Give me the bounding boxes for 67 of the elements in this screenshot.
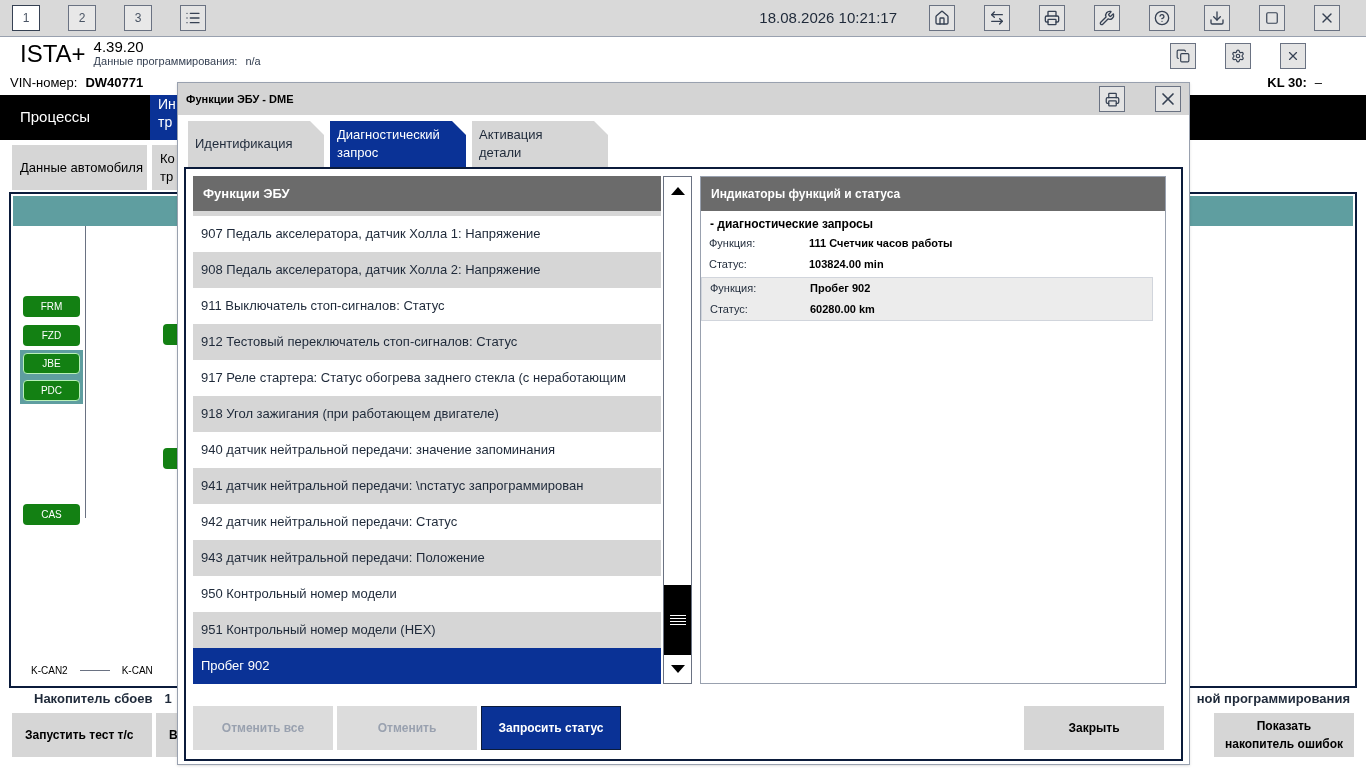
result-block[interactable]: Функция: 111 Счетчик часов работы Статус: 103824.00 min (701, 233, 1153, 275)
close-icon[interactable] (1155, 86, 1181, 112)
programming-note: ной программирования (1196, 690, 1350, 709)
bus-label: K-CAN (121, 664, 153, 678)
wrench-icon[interactable] (1094, 5, 1120, 31)
dialog-tab[interactable]: Идентификация (188, 121, 324, 167)
ecu-node[interactable]: FZD (23, 325, 80, 346)
app-version: 4.39.20 (93, 40, 145, 54)
field-label: Функция: (710, 281, 758, 297)
scrollbar[interactable] (663, 176, 692, 684)
function-row[interactable]: 943 датчик нейтральной передачи: Положение (193, 540, 661, 576)
programming-value: n/a (245, 54, 261, 68)
function-row[interactable]: Пробег 902 (193, 648, 661, 684)
action-button[interactable]: Запустить тест т/с (12, 713, 152, 757)
list-icon[interactable] (180, 5, 206, 31)
sub-tab[interactable]: Данные автомобиля (12, 145, 147, 190)
workspace-tab[interactable]: 1 (12, 5, 40, 31)
swap-icon[interactable] (984, 5, 1010, 31)
help-icon[interactable] (1149, 5, 1175, 31)
dialog-button[interactable]: Запросить статус (481, 706, 621, 750)
close-icon[interactable] (1280, 43, 1306, 69)
dialog-tab[interactable]: Активация детали (472, 121, 608, 167)
download-icon[interactable] (1204, 5, 1230, 31)
function-row[interactable]: 918 Угол зажигания (при работающем двигателе) (193, 396, 661, 432)
settings-icon[interactable] (1225, 43, 1251, 69)
function-row[interactable]: 908 Педаль акселератора, датчик Холла 2: Напряжение (193, 252, 661, 288)
datetime: 18.08.2026 10:21:17 (759, 7, 897, 28)
field-value: 103824.00 min (809, 257, 884, 273)
field-value: 111 Счетчик часов работы (809, 236, 953, 252)
function-row[interactable]: 951 Контрольный номер модели (HEX) (193, 612, 661, 648)
status-group-label: - диагностические запросы (709, 216, 875, 233)
window-icon[interactable] (1259, 5, 1285, 31)
ecu-node[interactable]: CAS (23, 504, 80, 525)
scroll-thumb[interactable] (664, 585, 691, 655)
field-label: Функция: (709, 236, 757, 252)
field-label: Статус: (709, 257, 748, 273)
field-value: 60280.00 km (810, 302, 875, 318)
printer-icon[interactable] (1039, 5, 1065, 31)
fault-memory-label: Накопитель сбоев (34, 690, 153, 709)
kl30-value: – (1314, 74, 1322, 93)
dialog-tab[interactable]: Диагностический запрос (330, 121, 466, 167)
app-title: ISTA+ (20, 39, 86, 69)
bus-label: K-CAN2 (31, 664, 68, 678)
field-value: Пробег 902 (810, 281, 871, 297)
ecu-node[interactable]: FRM (23, 296, 80, 317)
home-icon[interactable] (929, 5, 955, 31)
vin-value: DW40771 (85, 74, 144, 93)
vin-label: VIN-номер: (10, 74, 78, 93)
copy-icon[interactable] (1170, 43, 1196, 69)
fault-memory-count: 1 (164, 690, 172, 709)
function-row[interactable]: 941 датчик нейтральной передачи: \nстатус запрограммирован (193, 468, 661, 504)
ecu-node[interactable]: PDC (23, 380, 80, 401)
ecu-node[interactable]: JBE (23, 353, 80, 374)
list-header: Функции ЭБУ (193, 176, 661, 211)
close-icon[interactable] (1314, 5, 1340, 31)
field-label: Статус: (710, 302, 749, 318)
close-button[interactable]: Закрыть (1024, 706, 1164, 750)
programming-label: Данные программирования: (93, 54, 238, 68)
show-faults-button[interactable]: Показать накопитель ошибок (1214, 713, 1354, 757)
function-row[interactable]: 912 Тестовый переключатель стоп-сигналов: Статус (193, 324, 661, 360)
workspace-tab[interactable]: 3 (124, 5, 152, 31)
status-header: Индикаторы функций и статуса (701, 177, 1165, 211)
workspace-tab[interactable]: 2 (68, 5, 96, 31)
nav-tab[interactable]: Процессы (0, 95, 148, 140)
kl30-label: KL 30: (1267, 74, 1307, 93)
printer-icon[interactable] (1099, 86, 1125, 112)
result-block[interactable]: Функция: Пробег 902 Статус: 60280.00 km (701, 277, 1153, 321)
